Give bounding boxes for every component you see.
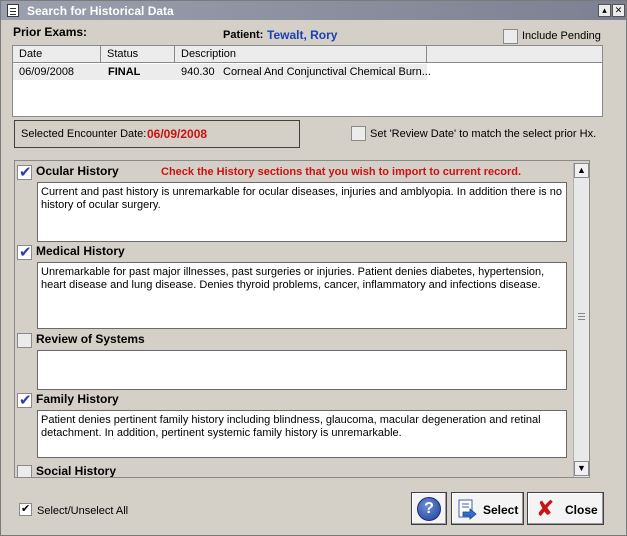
column-header-status[interactable]: Status [101,46,175,62]
column-header-date[interactable]: Date [13,46,101,62]
row-status: FINAL [108,66,141,78]
document-icon [7,4,19,17]
patient-name: Tewalt, Rory [267,28,338,42]
scroll-grip-icon[interactable] [578,313,585,320]
include-pending-label: Include Pending [522,30,601,42]
ocular-history-title: Ocular History [36,164,119,178]
table-header: Date Status Description [13,46,602,63]
select-button-label: Select [483,503,519,517]
scroll-up-button[interactable]: ▲ [574,163,589,178]
scroll-down-button[interactable]: ▼ [574,461,589,476]
close-x-icon: ✘ [536,496,555,521]
encounter-date-value: 06/09/2008 [147,127,208,141]
window-close-button[interactable]: ✕ [612,4,625,17]
select-all-label: Select/Unselect All [37,505,129,517]
include-pending-checkbox[interactable] [503,29,518,44]
restore-button[interactable]: ▴ [598,4,611,17]
check-icon: ✔ [19,392,32,409]
medical-history-textarea[interactable]: Unremarkable for past major illnesses, p… [37,262,567,329]
social-history-title: Social History [36,464,117,478]
ocular-history-textarea[interactable]: Current and past history is unremarkable… [37,182,567,242]
patient-label: Patient: [223,29,264,41]
ocular-history-checkbox[interactable]: ✔ [17,164,32,181]
help-button[interactable]: ? [411,492,447,525]
review-date-checkbox[interactable] [351,126,366,141]
review-of-systems-textarea[interactable] [37,350,567,390]
prior-exams-table[interactable]: Date Status Description 06/09/2008 FINAL… [12,45,603,117]
help-icon: ? [417,497,441,521]
import-document-icon [457,499,477,521]
close-button[interactable]: ✘ Close [527,492,604,525]
check-icon: ✔ [19,244,32,261]
select-all-checkbox[interactable]: ✔ [19,503,32,516]
search-historical-data-window: Search for Historical Data ▴ ✕ Prior Exa… [0,0,627,536]
encounter-date-label: Selected Encounter Date: [21,128,147,140]
review-of-systems-title: Review of Systems [36,332,145,346]
family-history-checkbox[interactable]: ✔ [17,392,32,409]
review-date-label: Set 'Review Date' to match the select pr… [370,128,597,140]
row-date: 06/09/2008 [19,66,75,78]
select-button[interactable]: Select [451,492,524,525]
review-of-systems-checkbox[interactable] [17,333,32,348]
title-bar: Search for Historical Data ▴ ✕ [1,1,626,20]
medical-history-title: Medical History [36,244,125,258]
instruction-text: Check the History sections that you wish… [161,166,522,178]
family-history-title: Family History [36,392,119,406]
history-scrollbar[interactable]: ▲ ▼ [573,163,589,477]
prior-exams-label: Prior Exams: [13,25,88,39]
family-history-textarea[interactable]: Patient denies pertinent family history … [37,410,567,458]
row-code: 940.30 [181,66,215,78]
column-header-description[interactable]: Description [175,46,427,62]
medical-history-checkbox[interactable]: ✔ [17,244,32,261]
window-title: Search for Historical Data [27,4,174,18]
history-sections-panel: Check the History sections that you wish… [14,160,590,478]
close-button-label: Close [565,503,598,517]
row-description: Corneal And Conjunctival Chemical Burn..… [223,66,431,78]
check-icon: ✔ [21,503,31,515]
encounter-date-box: Selected Encounter Date: 06/09/2008 [14,120,300,148]
check-icon: ✔ [19,164,32,181]
social-history-checkbox[interactable] [17,465,32,477]
table-row[interactable]: 06/09/2008 FINAL 940.30 Corneal And Conj… [13,64,431,80]
